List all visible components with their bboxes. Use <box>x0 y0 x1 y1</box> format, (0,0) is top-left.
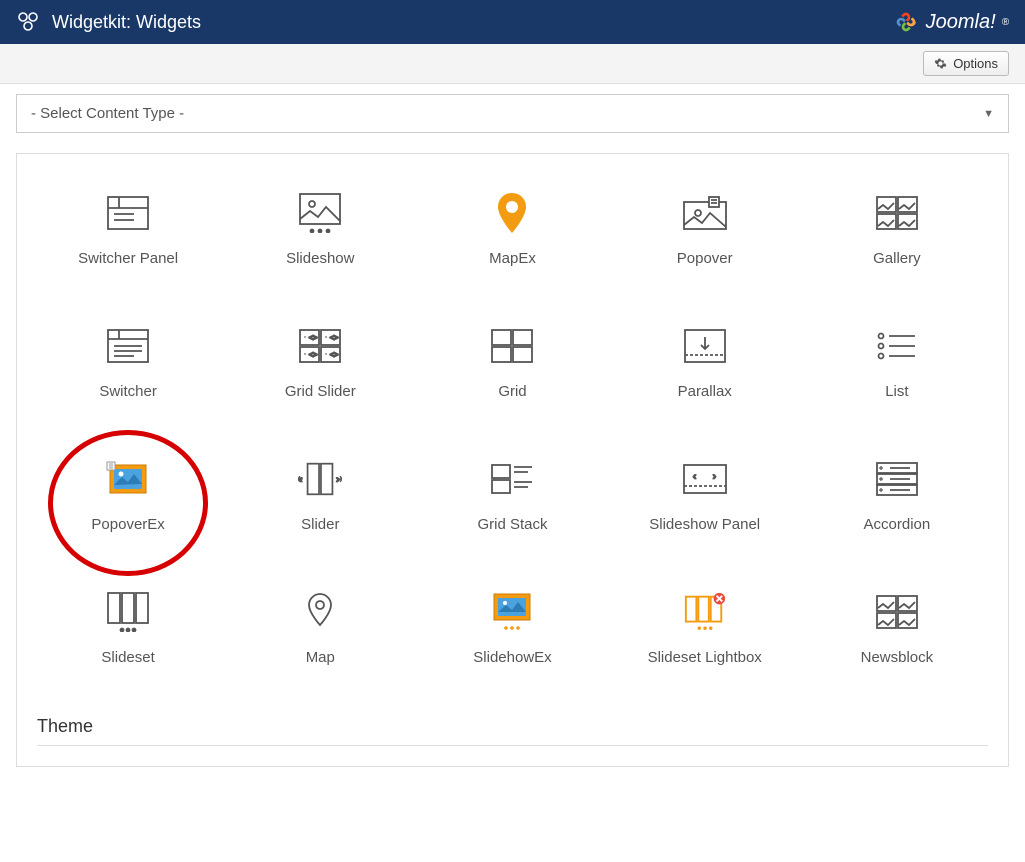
widget-label: Popover <box>677 250 733 267</box>
widget-item-switcher-panel[interactable]: Switcher Panel <box>37 184 219 277</box>
app-header: Widgetkit: Widgets Joomla! ® <box>0 0 1025 44</box>
widget-label: Slideset Lightbox <box>648 649 762 666</box>
svg-text:›: › <box>713 471 716 481</box>
widget-item-slideshow[interactable]: Slideshow <box>229 184 411 277</box>
widget-label: Switcher <box>99 383 157 400</box>
header-left: Widgetkit: Widgets <box>16 10 201 34</box>
widget-item-list[interactable]: List <box>806 317 988 410</box>
widget-item-slideset-lightbox[interactable]: Slideset Lightbox <box>614 583 796 676</box>
svg-text:<>: <> <box>309 352 317 359</box>
widget-item-slideset[interactable]: Slideset <box>37 583 219 676</box>
select-label: - Select Content Type - <box>31 105 184 122</box>
grid-slider-icon: <> <> <> <> <box>298 327 342 365</box>
widget-label: Accordion <box>864 516 931 533</box>
widget-label: Switcher Panel <box>78 250 178 267</box>
slideset-lightbox-icon <box>683 593 727 631</box>
content-type-select[interactable]: - Select Content Type - ▼ <box>16 94 1009 133</box>
widget-label: Slideshow <box>286 250 354 267</box>
widget-item-gallery[interactable]: Gallery <box>806 184 988 277</box>
highlight-circle <box>48 430 208 576</box>
gallery-icon <box>875 194 919 232</box>
widget-grid: Switcher Panel Slideshow MapEx Popover Galle… <box>37 184 988 676</box>
slideset-icon <box>106 593 150 631</box>
map-icon <box>298 593 342 631</box>
mapex-icon <box>490 194 534 232</box>
widget-label: Map <box>306 649 335 666</box>
slideshow-icon <box>298 194 342 232</box>
widget-label: Grid Stack <box>477 516 547 533</box>
widget-label: Slideshow Panel <box>649 516 760 533</box>
svg-text:‹: ‹ <box>299 474 302 485</box>
options-label: Options <box>953 56 998 71</box>
popover-icon <box>683 194 727 232</box>
gear-icon <box>934 57 947 70</box>
widget-label: PopoverEx <box>91 516 164 533</box>
accordion-icon <box>875 460 919 498</box>
widget-item-grid[interactable]: Grid <box>421 317 603 410</box>
switcher-panel-icon <box>106 194 150 232</box>
widget-item-accordion[interactable]: Accordion <box>806 450 988 543</box>
widget-label: Slider <box>301 516 339 533</box>
svg-text:<>: <> <box>330 335 338 342</box>
slider-icon: ‹› <box>298 460 342 498</box>
content: - Select Content Type - ▼ Switcher Panel… <box>0 84 1025 767</box>
widgetkit-icon <box>16 10 40 34</box>
newsblock-icon <box>875 593 919 631</box>
widget-label: Gallery <box>873 250 921 267</box>
widget-panel: Switcher Panel Slideshow MapEx Popover Galle… <box>16 153 1009 767</box>
joomla-logo: Joomla! ® <box>892 8 1009 36</box>
switcher-icon <box>106 327 150 365</box>
list-icon <box>875 327 919 365</box>
options-button[interactable]: Options <box>923 51 1009 76</box>
chevron-down-icon: ▼ <box>983 108 994 120</box>
widget-item-popover[interactable]: Popover <box>614 184 796 277</box>
widget-label: SlidehowEx <box>473 649 551 666</box>
widget-item-popoverex[interactable]: PopoverEx <box>37 450 219 543</box>
widget-label: Slideset <box>101 649 154 666</box>
widget-item-parallax[interactable]: Parallax <box>614 317 796 410</box>
parallax-icon <box>683 327 727 365</box>
brand-label: Joomla! <box>926 11 996 34</box>
widget-label: Grid Slider <box>285 383 356 400</box>
widget-item-grid-slider[interactable]: <> <> <> <> Grid Slider <box>229 317 411 410</box>
slideshowex-icon <box>490 593 534 631</box>
svg-text:<>: <> <box>330 352 338 359</box>
widget-label: Newsblock <box>861 649 934 666</box>
svg-text:‹: ‹ <box>693 471 696 481</box>
widget-item-map[interactable]: Map <box>229 583 411 676</box>
widget-item-mapex[interactable]: MapEx <box>421 184 603 277</box>
widget-label: MapEx <box>489 250 536 267</box>
theme-heading: Theme <box>37 716 988 746</box>
grid-icon <box>490 327 534 365</box>
widget-item-slideshowex[interactable]: SlidehowEx <box>421 583 603 676</box>
grid-stack-icon <box>490 460 534 498</box>
widget-item-switcher[interactable]: Switcher <box>37 317 219 410</box>
toolbar: Options <box>0 44 1025 84</box>
widget-label: List <box>885 383 908 400</box>
widget-label: Parallax <box>678 383 732 400</box>
popoverex-icon <box>106 460 150 498</box>
svg-text:›: › <box>337 474 340 485</box>
joomla-icon <box>892 8 920 36</box>
widget-item-slideshow-panel[interactable]: ‹›Slideshow Panel <box>614 450 796 543</box>
widget-item-grid-stack[interactable]: Grid Stack <box>421 450 603 543</box>
widget-label: Grid <box>498 383 526 400</box>
slideshow-panel-icon: ‹› <box>683 460 727 498</box>
widget-item-newsblock[interactable]: Newsblock <box>806 583 988 676</box>
svg-text:<>: <> <box>309 335 317 342</box>
widget-item-slider[interactable]: ‹›Slider <box>229 450 411 543</box>
page-title: Widgetkit: Widgets <box>52 12 201 33</box>
